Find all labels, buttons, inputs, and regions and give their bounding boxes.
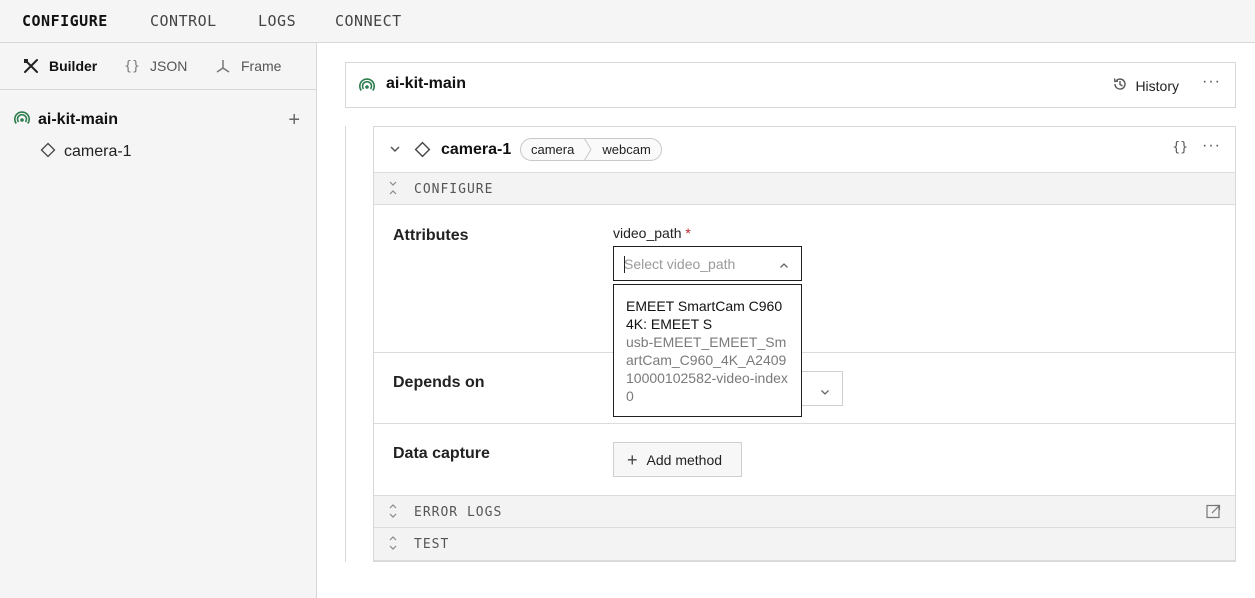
text-caret [624, 256, 625, 273]
section-error-logs[interactable]: ERROR LOGS [374, 495, 1235, 528]
mode-frame[interactable]: Frame [214, 55, 281, 77]
video-path-placeholder: Select video_path [624, 256, 736, 272]
sidebar: Builder {} JSON Frame ai-kit-main + came… [0, 43, 317, 598]
data-capture-label: Data capture [393, 445, 490, 462]
video-path-label-text: video_path [613, 225, 682, 241]
component-type-pill: camera webcam [520, 137, 662, 162]
tree-child-label: camera-1 [64, 143, 132, 160]
video-path-dropdown: EMEET SmartCam C960 4K: EMEET S usb-EMEE… [613, 284, 802, 417]
top-nav: CONFIGURE CONTROL LOGS CONNECT [0, 0, 1255, 43]
component-more-icon[interactable]: ··· [1202, 137, 1221, 155]
chevron-up-icon[interactable] [779, 258, 789, 276]
mode-json[interactable]: {} JSON [123, 55, 187, 77]
chevron-down-icon[interactable] [389, 142, 401, 160]
component-card: camera-1 camera webcam {} ··· CONFIGURE … [373, 126, 1236, 562]
section-error-logs-label: ERROR LOGS [414, 505, 503, 520]
robot-name: ai-kit-main [386, 75, 467, 92]
component-header: camera-1 camera webcam {} ··· [374, 127, 1235, 172]
mode-frame-label: Frame [241, 58, 282, 74]
history-icon [1112, 76, 1135, 95]
attributes-label: Attributes [393, 227, 469, 244]
option-title: EMEET SmartCam C960 4K: EMEET S [626, 298, 783, 332]
tree-item-camera[interactable]: camera-1 [40, 141, 132, 163]
section-configure-label: CONFIGURE [414, 182, 494, 197]
robot-more-icon[interactable]: ··· [1202, 73, 1221, 91]
component-name: camera-1 [441, 141, 512, 158]
expand-icon [389, 536, 397, 551]
depends-on-row: Depends on [374, 353, 1235, 424]
diamond-icon [414, 141, 431, 163]
add-method-label: Add method [646, 451, 723, 468]
collapse-icon [389, 181, 397, 196]
frame-axes-icon [214, 57, 232, 75]
section-test[interactable]: TEST [374, 528, 1235, 561]
add-component-icon[interactable]: + [288, 110, 300, 130]
mode-builder[interactable]: Builder [22, 55, 97, 77]
live-signal-icon [14, 110, 30, 131]
mode-switcher: Builder {} JSON Frame [0, 43, 316, 90]
pill-separator-icon [583, 137, 592, 162]
json-view-button[interactable]: {} [1172, 140, 1188, 155]
attributes-row: Attributes video_path * Select video_pat… [374, 205, 1235, 353]
tab-control[interactable]: CONTROL [150, 0, 217, 42]
expand-icon [389, 504, 397, 519]
history-label: History [1135, 77, 1179, 94]
data-capture-row: Data capture + Add method [374, 424, 1235, 496]
mode-json-label: JSON [150, 58, 188, 74]
video-path-label: video_path * [613, 225, 691, 241]
required-mark: * [685, 225, 691, 241]
video-path-select[interactable]: Select video_path [613, 246, 802, 281]
component-model: webcam [602, 142, 651, 157]
tree-root-label: ai-kit-main [38, 111, 119, 128]
chevron-down-icon[interactable] [820, 384, 830, 402]
tree-item-robot[interactable]: ai-kit-main + [14, 109, 304, 131]
dropdown-option[interactable]: EMEET SmartCam C960 4K: EMEET S usb-EMEE… [626, 297, 794, 405]
depends-on-label: Depends on [393, 374, 485, 391]
diamond-icon [40, 142, 56, 163]
tab-configure[interactable]: CONFIGURE [22, 0, 108, 42]
external-link-icon[interactable] [1206, 504, 1221, 524]
live-signal-icon [359, 77, 375, 98]
plus-icon: + [627, 449, 638, 470]
tab-logs[interactable]: LOGS [258, 0, 296, 42]
option-subtitle: usb-EMEET_EMEET_SmartCam_C960_4K_A240910… [626, 334, 788, 404]
tab-connect[interactable]: CONNECT [335, 0, 402, 42]
tools-icon [22, 57, 40, 75]
section-test-label: TEST [414, 537, 450, 552]
braces-icon: {} [124, 58, 140, 74]
tree-connector-line [345, 126, 346, 562]
robot-header: ai-kit-main History ··· [345, 62, 1236, 108]
section-configure[interactable]: CONFIGURE [374, 172, 1235, 205]
history-button[interactable]: History [1112, 76, 1179, 95]
component-api: camera [531, 142, 575, 157]
add-method-button[interactable]: + Add method [613, 442, 742, 477]
mode-builder-label: Builder [49, 58, 98, 74]
